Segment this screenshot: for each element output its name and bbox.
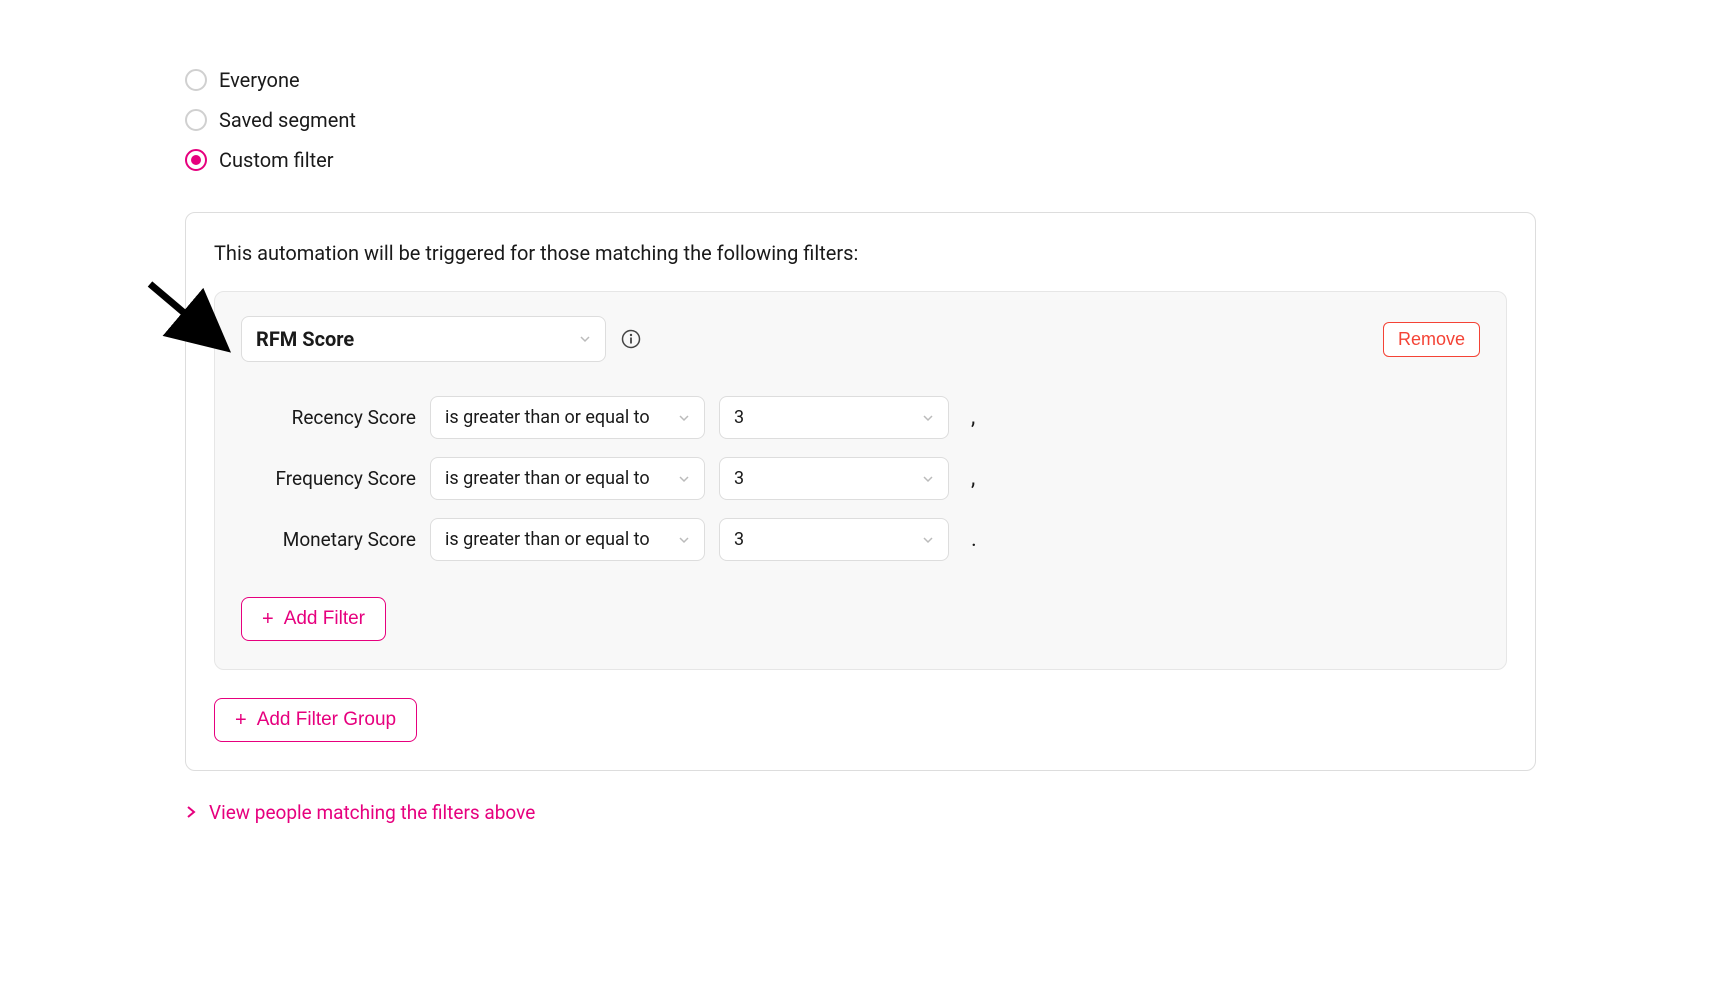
chevron-down-icon [922, 473, 934, 485]
radio-icon [185, 149, 207, 171]
chevron-down-icon [678, 534, 690, 546]
panel-description: This automation will be triggered for th… [214, 241, 1507, 265]
annotation-arrow [140, 274, 240, 364]
operator-select[interactable]: is greater than or equal to [430, 518, 705, 561]
row-separator: . [963, 527, 977, 552]
filter-row-label: Frequency Score [251, 467, 416, 490]
chevron-down-icon [678, 473, 690, 485]
value-label: 3 [734, 468, 744, 489]
value-label: 3 [734, 529, 744, 550]
add-group-label: Add Filter Group [257, 709, 396, 731]
add-filter-button[interactable]: + Add Filter [241, 597, 386, 641]
filter-panel: This automation will be triggered for th… [185, 212, 1536, 771]
filter-row-label: Monetary Score [251, 528, 416, 551]
filter-type-select[interactable]: RFM Score [241, 316, 606, 362]
radio-label: Custom filter [219, 148, 334, 172]
chevron-down-icon [678, 412, 690, 424]
filter-row: Monetary Score is greater than or equal … [251, 518, 1480, 561]
operator-select[interactable]: is greater than or equal to [430, 396, 705, 439]
value-select[interactable]: 3 [719, 396, 949, 439]
add-filter-label: Add Filter [284, 608, 365, 630]
value-select[interactable]: 3 [719, 518, 949, 561]
operator-label: is greater than or equal to [445, 407, 650, 428]
radio-label: Everyone [219, 68, 300, 92]
remove-button[interactable]: Remove [1383, 322, 1480, 357]
add-filter-group-button[interactable]: + Add Filter Group [214, 698, 417, 742]
radio-icon [185, 69, 207, 91]
filter-rows: Recency Score is greater than or equal t… [251, 396, 1480, 561]
value-label: 3 [734, 407, 744, 428]
filter-group: RFM Score Remove Recency Score is greate… [214, 291, 1507, 670]
plus-icon: + [262, 609, 274, 629]
operator-label: is greater than or equal to [445, 468, 650, 489]
operator-label: is greater than or equal to [445, 529, 650, 550]
view-matching-link[interactable]: View people matching the filters above [185, 801, 535, 824]
chevron-down-icon [922, 412, 934, 424]
value-select[interactable]: 3 [719, 457, 949, 500]
chevron-right-icon [185, 801, 197, 824]
plus-icon: + [235, 710, 247, 730]
row-separator: , [963, 466, 975, 491]
filter-type-label: RFM Score [256, 327, 354, 351]
audience-radio-group: Everyone Saved segment Custom filter [185, 60, 1536, 180]
filter-row: Recency Score is greater than or equal t… [251, 396, 1480, 439]
filter-row: Frequency Score is greater than or equal… [251, 457, 1480, 500]
view-matching-label: View people matching the filters above [209, 801, 535, 824]
radio-custom-filter[interactable]: Custom filter [185, 140, 1536, 180]
chevron-down-icon [922, 534, 934, 546]
row-separator: , [963, 405, 975, 430]
info-icon[interactable] [620, 328, 642, 350]
filter-row-label: Recency Score [251, 406, 416, 429]
radio-icon [185, 109, 207, 131]
radio-label: Saved segment [219, 108, 356, 132]
radio-everyone[interactable]: Everyone [185, 60, 1536, 100]
chevron-down-icon [579, 333, 591, 345]
radio-saved-segment[interactable]: Saved segment [185, 100, 1536, 140]
operator-select[interactable]: is greater than or equal to [430, 457, 705, 500]
